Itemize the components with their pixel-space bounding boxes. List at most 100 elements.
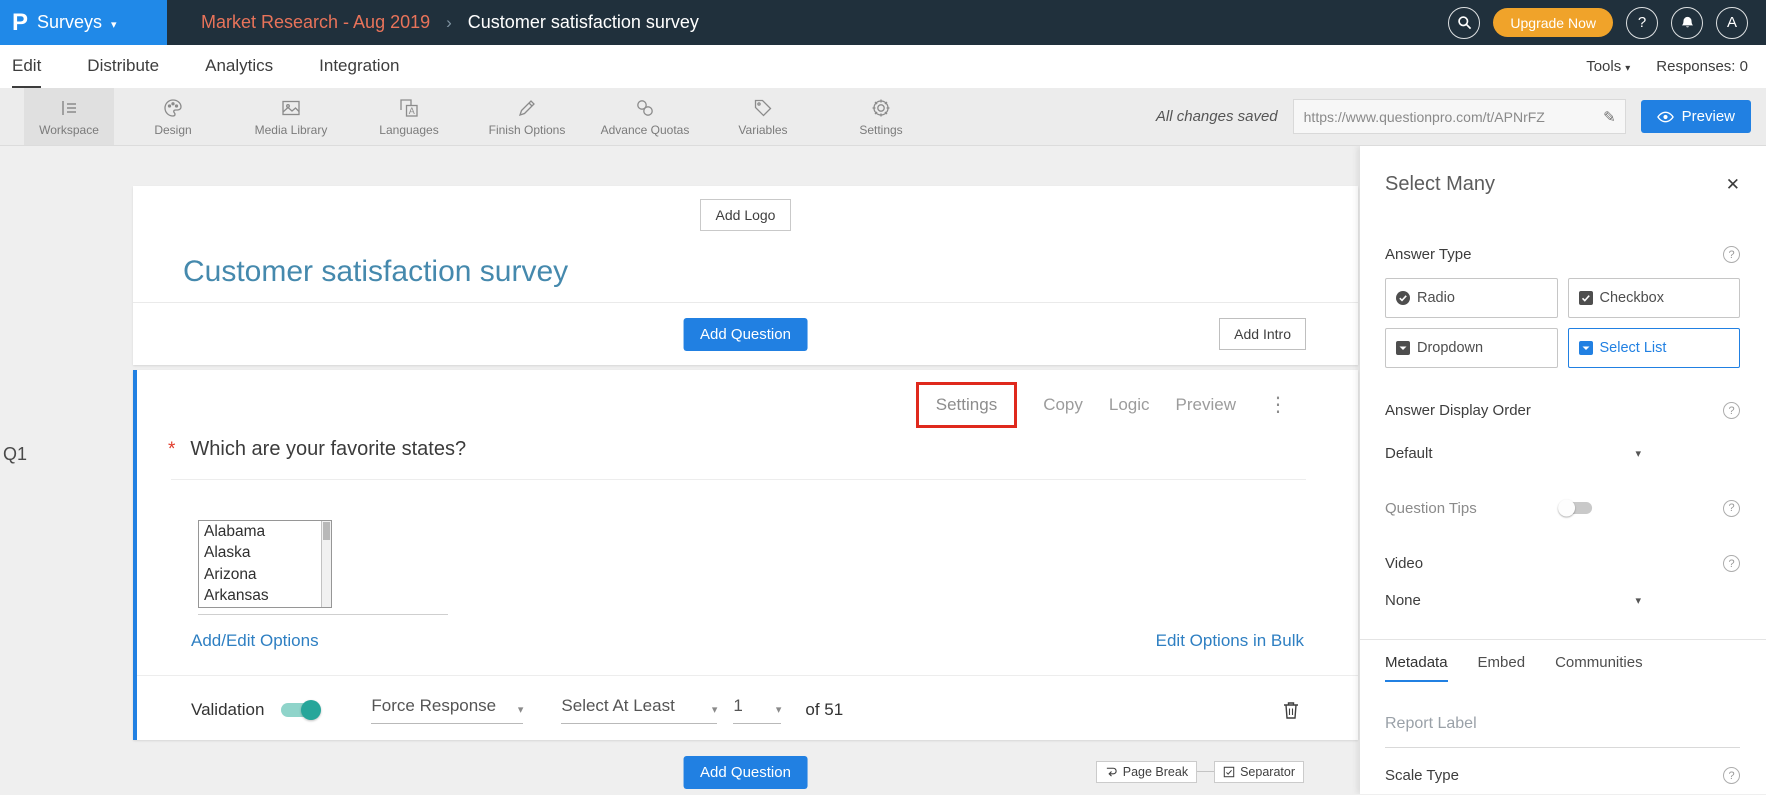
tab-communities[interactable]: Communities: [1555, 654, 1643, 682]
list-option[interactable]: Arkansas: [199, 585, 331, 607]
toolbar-item-label: Media Library: [255, 123, 328, 137]
delete-question-button[interactable]: [1282, 700, 1300, 720]
breadcrumb-current: Customer satisfaction survey: [468, 12, 699, 33]
answer-type-label: Radio: [1417, 290, 1455, 306]
toolbar-item-finish-options[interactable]: Finish Options: [468, 88, 586, 145]
survey-url-input[interactable]: [1304, 109, 1597, 125]
answer-type-radio[interactable]: Radio: [1385, 278, 1558, 318]
question-logic-action[interactable]: Logic: [1109, 395, 1150, 415]
help-icon[interactable]: ?: [1723, 767, 1740, 784]
answer-type-checkbox[interactable]: Checkbox: [1568, 278, 1741, 318]
validation-condition-select[interactable]: Select At Least ▾: [561, 696, 717, 724]
add-question-button-top[interactable]: Add Question: [683, 318, 808, 351]
notifications-button[interactable]: [1671, 7, 1703, 39]
listbox-scrollbar[interactable]: [321, 521, 331, 607]
question-text-row: * Which are your favorite states?: [137, 438, 1358, 463]
answer-type-select-list[interactable]: Select List: [1568, 328, 1741, 368]
question-text[interactable]: Which are your favorite states?: [190, 438, 466, 463]
toolbar-item-label: Variables: [738, 123, 787, 137]
survey-title[interactable]: Customer satisfaction survey: [133, 231, 1358, 302]
svg-text:A: A: [409, 106, 415, 116]
breadcrumb-parent[interactable]: Market Research - Aug 2019: [201, 12, 430, 33]
tools-menu[interactable]: Tools▾: [1586, 58, 1630, 75]
tab-edit[interactable]: Edit: [12, 45, 41, 88]
survey-url-box: ✎: [1293, 99, 1626, 134]
toolbar-item-label: Workspace: [39, 123, 99, 137]
list-option[interactable]: Alaska: [199, 542, 331, 564]
toggle-knob: [1558, 500, 1575, 517]
quotas-icon: [634, 96, 656, 120]
add-edit-options-link[interactable]: Add/Edit Options: [191, 631, 319, 651]
list-option[interactable]: Arizona: [199, 564, 331, 586]
report-label-field[interactable]: Report Label: [1385, 715, 1740, 748]
toolbar-item-label: Finish Options: [489, 123, 566, 137]
question-tips-toggle[interactable]: [1558, 500, 1593, 517]
help-icon[interactable]: ?: [1723, 246, 1740, 263]
help-icon[interactable]: ?: [1723, 555, 1740, 572]
question-settings-action[interactable]: Settings: [916, 382, 1017, 428]
answer-type-grid: Radio Checkbox Dropdown Select List: [1385, 278, 1740, 368]
toolbar-item-media-library[interactable]: Media Library: [232, 88, 350, 145]
nav-right: Tools▾ Responses: 0: [1586, 58, 1748, 75]
list-option[interactable]: Alabama: [199, 521, 331, 543]
tab-metadata[interactable]: Metadata: [1385, 654, 1448, 682]
pencil-edit-icon: [516, 96, 538, 120]
answer-type-label: Select List: [1600, 340, 1667, 356]
display-order-select[interactable]: Default ▾: [1385, 445, 1641, 462]
separator-button[interactable]: Separator: [1214, 761, 1304, 783]
tab-analytics[interactable]: Analytics: [205, 45, 273, 88]
toolbar-item-design[interactable]: Design: [114, 88, 232, 145]
add-intro-button[interactable]: Add Intro: [1219, 318, 1306, 350]
display-order-label: Answer Display Order: [1385, 402, 1531, 419]
help-icon[interactable]: ?: [1723, 500, 1740, 517]
scrollbar-thumb[interactable]: [323, 522, 330, 540]
tab-embed[interactable]: Embed: [1478, 654, 1526, 682]
workspace-icon: [59, 96, 79, 120]
question-preview-action[interactable]: Preview: [1176, 395, 1236, 415]
divider: [1197, 771, 1214, 772]
preview-label: Preview: [1682, 108, 1735, 125]
divider: [1360, 639, 1766, 640]
select-list-box-icon: [1578, 340, 1594, 356]
required-marker: *: [168, 438, 175, 463]
video-select[interactable]: None ▾: [1385, 592, 1641, 609]
kebab-menu-icon[interactable]: ⋮: [1268, 392, 1288, 417]
preview-button[interactable]: Preview: [1641, 100, 1751, 133]
chevron-down-icon: ▾: [1635, 447, 1641, 460]
toolbar-item-variables[interactable]: Variables: [704, 88, 822, 145]
close-icon[interactable]: ✕: [1726, 175, 1740, 195]
help-icon[interactable]: ?: [1723, 402, 1740, 419]
tab-distribute[interactable]: Distribute: [87, 45, 159, 88]
question-copy-action[interactable]: Copy: [1043, 395, 1083, 415]
search-icon: [1457, 15, 1472, 30]
pencil-icon[interactable]: ✎: [1603, 108, 1616, 126]
video-label: Video: [1385, 555, 1423, 572]
toolbar-item-advance-quotas[interactable]: Advance Quotas: [586, 88, 704, 145]
validation-condition-value: Select At Least: [561, 696, 674, 716]
add-logo-button[interactable]: Add Logo: [700, 199, 792, 231]
surveys-menu[interactable]: P Surveys ▾: [0, 0, 167, 45]
page-break-button[interactable]: Page Break: [1096, 761, 1197, 783]
toolbar-item-settings[interactable]: Settings: [822, 88, 940, 145]
validation-count-select[interactable]: 1 ▾: [733, 696, 781, 724]
toolbar-item-languages[interactable]: A Languages: [350, 88, 468, 145]
edit-options-in-bulk-link[interactable]: Edit Options in Bulk: [1156, 631, 1304, 651]
tab-integration[interactable]: Integration: [319, 45, 399, 88]
insert-buttons: Page Break Separator: [1096, 761, 1304, 783]
answer-underline: [198, 614, 448, 615]
help-button[interactable]: ?: [1626, 7, 1658, 39]
validation-toggle[interactable]: [280, 700, 321, 720]
answer-type-dropdown[interactable]: Dropdown: [1385, 328, 1558, 368]
search-button[interactable]: [1448, 7, 1480, 39]
add-question-button-bottom[interactable]: Add Question: [683, 756, 808, 789]
validation-rule-select[interactable]: Force Response ▾: [371, 696, 523, 724]
answer-area: Alabama Alaska Arizona Arkansas: [198, 520, 1358, 615]
answer-type-label: Answer Type: [1385, 246, 1471, 263]
avatar[interactable]: A: [1716, 7, 1748, 39]
responses-count[interactable]: Responses: 0: [1656, 58, 1748, 75]
survey-workspace: Q1 Add Logo Customer satisfaction survey…: [0, 146, 1766, 794]
toolbar-item-workspace[interactable]: Workspace: [24, 88, 114, 145]
save-status: All changes saved: [1156, 108, 1278, 125]
states-select-list[interactable]: Alabama Alaska Arizona Arkansas: [198, 520, 332, 608]
upgrade-now-button[interactable]: Upgrade Now: [1493, 8, 1613, 37]
